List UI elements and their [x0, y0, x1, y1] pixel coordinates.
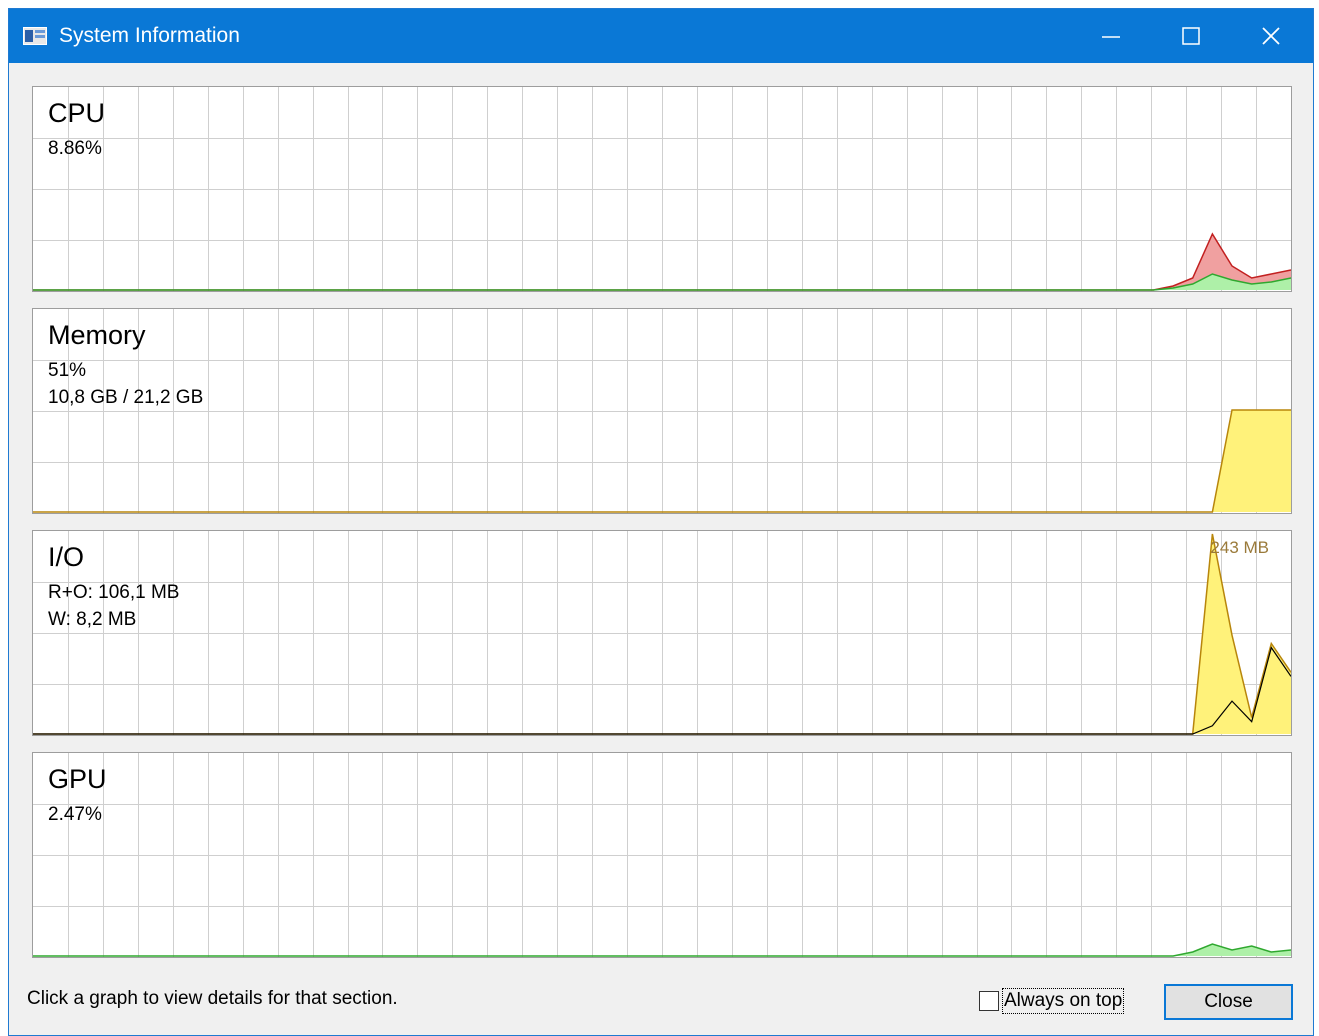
window-title: System Information: [59, 24, 240, 47]
window-app-icon: [23, 27, 47, 45]
status-hint: Click a graph to view details for that s…: [27, 988, 398, 1009]
io-write-value: W: 8,2 MB: [48, 609, 137, 630]
gpu-title: GPU: [48, 764, 107, 794]
maximize-icon: [1182, 27, 1200, 45]
close-icon: [1262, 27, 1280, 45]
gpu-usage-value: 2.47%: [48, 804, 102, 825]
system-information-window: System Information CPU 8.86% Memory 51% …: [8, 8, 1314, 1036]
checkbox-box[interactable]: [979, 991, 999, 1011]
io-peak-label: 243 MB: [1210, 538, 1269, 557]
cpu-graph[interactable]: CPU 8.86%: [32, 86, 1292, 292]
minimize-button[interactable]: [1071, 9, 1151, 63]
io-read-other-value: R+O: 106,1 MB: [48, 582, 180, 603]
close-button[interactable]: Close: [1164, 984, 1293, 1020]
memory-graph-canvas: [33, 309, 1291, 513]
memory-title: Memory: [48, 320, 146, 350]
minimize-icon: [1102, 36, 1120, 38]
memory-used-value: 10,8 GB / 21,2 GB: [48, 387, 204, 408]
maximize-button[interactable]: [1151, 9, 1231, 63]
always-on-top-label[interactable]: Always on top: [1001, 988, 1125, 1014]
title-bar[interactable]: System Information: [9, 9, 1313, 63]
memory-percent-value: 51%: [48, 360, 87, 381]
cpu-graph-canvas: [33, 87, 1291, 291]
gpu-graph[interactable]: GPU 2.47%: [32, 752, 1292, 958]
close-window-button[interactable]: [1231, 9, 1311, 63]
cpu-title: CPU: [48, 98, 106, 128]
io-title: I/O: [48, 542, 85, 572]
io-graph-canvas: [33, 531, 1291, 735]
io-graph[interactable]: I/O R+O: 106,1 MB W: 8,2 MB 243 MB: [32, 530, 1292, 736]
gpu-graph-canvas: [33, 753, 1291, 957]
cpu-usage-value: 8.86%: [48, 138, 102, 159]
memory-graph[interactable]: Memory 51% 10,8 GB / 21,2 GB: [32, 308, 1292, 514]
